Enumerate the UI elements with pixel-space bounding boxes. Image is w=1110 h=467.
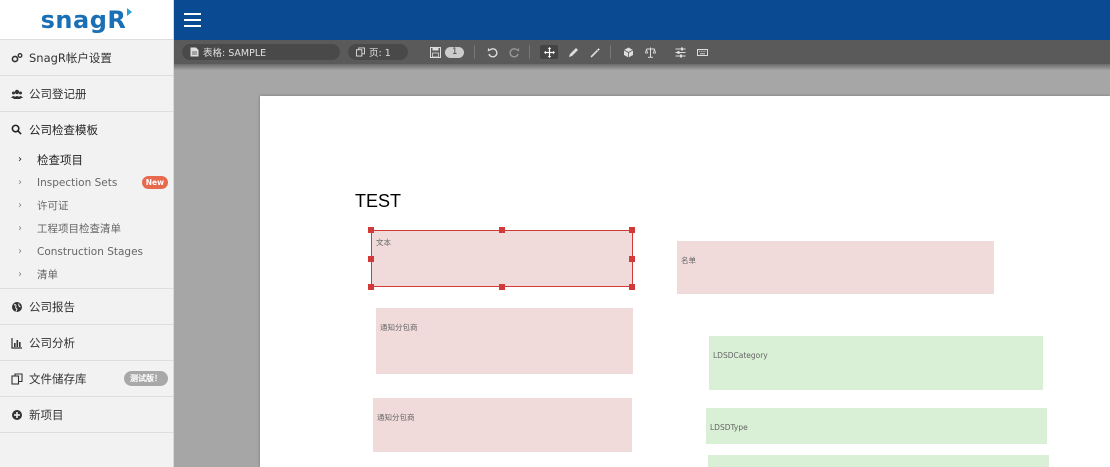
form-field[interactable]: LDSDCategory — [709, 336, 1043, 390]
toolbar-divider — [474, 45, 476, 59]
sub-item-project-checklist[interactable]: › 工程项目检查清单 — [0, 217, 173, 240]
logo-text: snagR — [40, 5, 127, 34]
pencil-icon[interactable] — [566, 45, 580, 59]
document-page[interactable]: TEST 文本 名单 通知分包商 LDSDCategory 通知分包商 LDSD… — [260, 96, 1110, 467]
cube-icon[interactable] — [621, 45, 635, 59]
nav-company-reports-label: 公司报告 — [29, 299, 75, 314]
resize-handle[interactable] — [629, 227, 635, 233]
nav-company-analytics[interactable]: 公司分析 — [0, 325, 173, 361]
nav-company-register[interactable]: 公司登记册 — [0, 76, 173, 112]
form-field-label: 文本 — [376, 238, 391, 247]
form-field[interactable]: 文本 — [371, 230, 633, 287]
sidebar: snagR SnagR帐户设置 公司登记册 公司检查模板 › 检查项目 › In… — [0, 0, 174, 467]
bar-chart-icon — [11, 337, 23, 349]
nav-company-register-label: 公司登记册 — [29, 86, 87, 101]
form-label: 表格: SAMPLE — [203, 48, 267, 59]
logo-arrow-icon — [127, 7, 133, 16]
chevron-right-icon: › — [18, 246, 22, 257]
undo-icon[interactable] — [485, 45, 499, 59]
document-icon — [190, 47, 199, 57]
page-selector[interactable]: 页: 1 — [348, 44, 408, 60]
nav-company-reports[interactable]: 公司报告 — [0, 289, 173, 325]
form-field[interactable]: LDSDType — [706, 408, 1047, 444]
resize-handle[interactable] — [368, 284, 374, 290]
form-field[interactable]: 通知分包商 — [376, 308, 633, 374]
chevron-right-icon: › — [18, 200, 22, 211]
nav-file-storage[interactable]: 文件储存库 测试版！ — [0, 361, 173, 397]
document-title: TEST — [355, 191, 402, 211]
resize-handle[interactable] — [499, 227, 505, 233]
sub-item-label: 许可证 — [37, 200, 69, 212]
resize-handle[interactable] — [368, 256, 374, 262]
save-count-badge: 1 — [445, 46, 465, 58]
pages-icon — [356, 47, 365, 57]
sub-item-lists[interactable]: › 清单 — [0, 263, 173, 286]
nav-new-project-label: 新项目 — [29, 407, 64, 422]
resize-handle[interactable] — [368, 227, 374, 233]
move-icon[interactable] — [540, 45, 559, 59]
nav-file-storage-label: 文件储存库 — [29, 371, 87, 386]
hamburger-menu-icon[interactable] — [184, 13, 201, 27]
nav-new-project[interactable]: 新项目 — [0, 397, 173, 433]
toolbar-divider — [610, 45, 612, 59]
sub-item-construction-stages[interactable]: › Construction Stages — [0, 240, 173, 263]
toolbar-divider — [529, 45, 531, 59]
search-icon — [11, 124, 23, 136]
resize-handle[interactable] — [629, 284, 635, 290]
logo[interactable]: snagR — [0, 0, 173, 40]
chevron-right-icon: › — [18, 269, 22, 280]
save-button[interactable]: 1 — [428, 45, 465, 59]
form-selector[interactable]: 表格: SAMPLE — [182, 44, 340, 60]
form-field[interactable]: 名单 — [677, 241, 994, 294]
chevron-right-icon: › — [18, 223, 22, 234]
page-label: 页: 1 — [369, 48, 391, 59]
nav-account-settings[interactable]: SnagR帐户设置 — [0, 40, 173, 76]
nav-inspection-templates: 公司检查模板 › 检查项目 › Inspection Sets New › 许可… — [0, 112, 173, 289]
sub-item-label: Construction Stages — [37, 245, 144, 258]
chevron-right-icon: › — [18, 154, 22, 165]
magic-wand-icon[interactable] — [588, 45, 602, 59]
nav-inspection-templates-title[interactable]: 公司检查模板 — [0, 112, 173, 148]
sub-item-label: 清单 — [37, 269, 58, 281]
form-field-label: 通知分包商 — [377, 413, 415, 422]
editor-canvas[interactable]: TEST 文本 名单 通知分包商 LDSDCategory 通知分包商 LDSD… — [174, 70, 1110, 467]
plus-circle-icon — [11, 409, 23, 421]
editor-toolbar: 表格: SAMPLE 页: 1 1 — [174, 40, 1110, 64]
nav-inspection-templates-label: 公司检查模板 — [29, 123, 98, 137]
globe-icon — [11, 301, 23, 313]
top-bar — [174, 0, 1110, 40]
resize-handle[interactable] — [499, 284, 505, 290]
resize-handle[interactable] — [629, 256, 635, 262]
form-field-label: 通知分包商 — [380, 323, 418, 332]
sub-item-inspection-sets[interactable]: › Inspection Sets New — [0, 171, 173, 194]
sub-item-label: 工程项目检查清单 — [37, 223, 121, 235]
users-icon — [11, 88, 23, 100]
keyboard-icon[interactable] — [695, 45, 709, 59]
gears-icon — [11, 52, 23, 64]
redo-icon[interactable] — [507, 45, 521, 59]
save-icon — [428, 45, 442, 59]
form-field-label: LDSDCategory — [713, 351, 768, 360]
balance-scale-icon[interactable] — [643, 45, 657, 59]
sliders-icon[interactable] — [673, 45, 687, 59]
form-field[interactable]: 通知分包商 — [373, 398, 632, 452]
sub-item-inspection-items[interactable]: › 检查项目 — [0, 148, 173, 171]
nav-account-settings-label: SnagR帐户设置 — [29, 50, 112, 65]
nav-company-analytics-label: 公司分析 — [29, 335, 75, 350]
chevron-right-icon: › — [18, 177, 22, 188]
copy-icon — [11, 372, 23, 385]
sub-item-permits[interactable]: › 许可证 — [0, 194, 173, 217]
form-field-label: 名单 — [681, 256, 696, 265]
new-badge: New — [141, 176, 168, 189]
sub-item-label: Inspection Sets — [37, 176, 118, 189]
beta-badge: 测试版！ — [124, 371, 168, 386]
sub-item-label: 检查项目 — [37, 152, 83, 167]
form-field-label: LDSDType — [710, 423, 748, 432]
form-field[interactable] — [708, 455, 1049, 467]
